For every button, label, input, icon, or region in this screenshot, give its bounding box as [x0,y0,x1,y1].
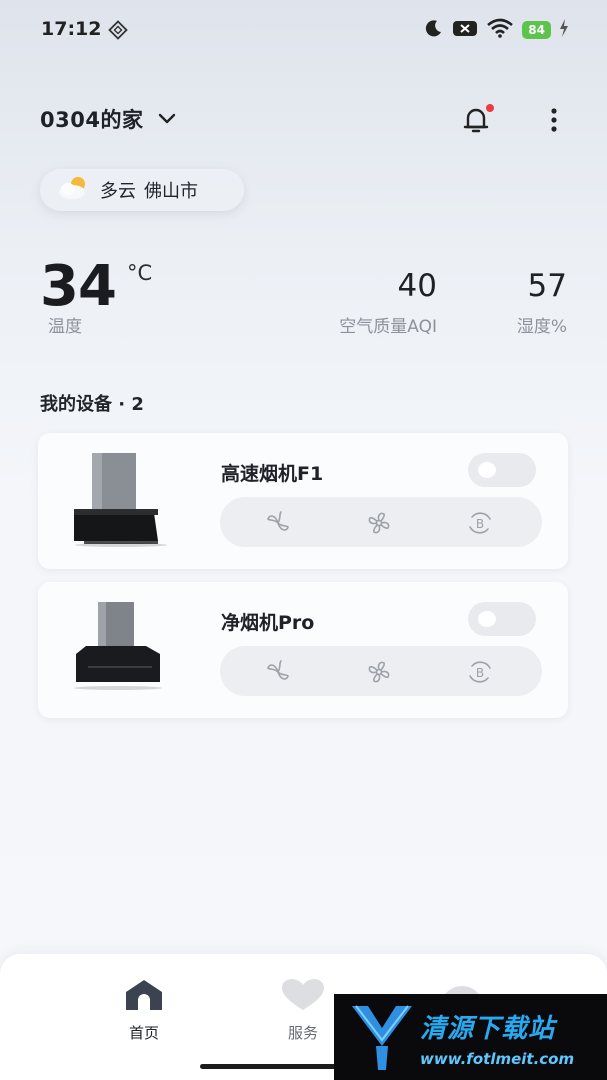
home-icon [122,980,166,1016]
nav-item-home[interactable]: 首页 [104,978,184,1043]
status-bar: 17:12 84 [0,0,607,58]
range-hood-image [66,447,176,551]
boost-mode-icon[interactable]: B [466,509,494,537]
bell-icon [460,108,492,140]
svg-text:B: B [476,666,484,680]
chevron-down-icon [157,110,177,129]
low-speed-fan-icon[interactable] [264,658,292,686]
partly-cloudy-icon [56,174,92,206]
home-selector[interactable]: 0304的家 [40,104,177,134]
low-speed-fan-icon[interactable] [264,509,292,537]
nav-label-service: 服务 [287,1024,318,1042]
aqi-value: 40 [397,268,437,304]
humidity-label: 湿度% [516,317,567,337]
temperature-unit: °C [127,261,153,285]
watermark-url: www.fotlmeit.com [420,1050,575,1068]
device-mode-bar: B [220,497,542,547]
aqi-label: 空气质量AQI [339,317,437,337]
high-speed-fan-icon[interactable] [365,509,393,537]
notification-icon [108,20,128,44]
device-name: 净烟机Pro [221,612,315,634]
home-title: 0304的家 [40,108,144,132]
notification-badge [486,104,494,112]
weather-condition: 多云 [100,181,136,202]
watermark-logo [348,1000,418,1080]
weather-location-pill[interactable]: 多云 佛山市 [40,169,244,211]
weather-city: 佛山市 [144,181,198,202]
status-time: 17:12 [41,18,102,40]
toggle-knob [478,462,496,478]
moon-icon [424,18,444,42]
device-name: 高速烟机F1 [221,463,324,485]
range-hood-image [66,596,176,700]
watermark-text: 清源下载站 [420,1014,556,1044]
wifi-icon [486,18,514,42]
heart-icon [280,979,326,1016]
device-card[interactable]: 净烟机Pro B [38,582,568,718]
temperature-value: 34 [40,254,117,319]
battery-level: 84 [522,21,551,39]
nav-label-home: 首页 [128,1024,159,1042]
toggle-knob [478,611,496,627]
charging-icon [559,19,569,41]
boost-mode-icon[interactable]: B [466,658,494,686]
device-card[interactable]: 高速烟机F1 B [38,433,568,569]
notifications-button[interactable] [460,104,494,140]
sim-off-icon [452,18,478,42]
more-options-button[interactable] [546,107,562,137]
temperature-label: 温度 [48,317,82,337]
my-devices-header: 我的设备 · 2 [40,394,144,415]
device-power-toggle[interactable] [468,602,536,636]
device-mode-bar: B [220,646,542,696]
status-icons: 84 [424,18,569,42]
nav-item-service[interactable]: 服务 [263,978,343,1043]
svg-text:B: B [476,517,484,531]
more-vertical-icon [546,108,562,137]
watermark: 清源下载站 www.fotlmeit.com [334,994,607,1080]
high-speed-fan-icon[interactable] [365,658,393,686]
device-power-toggle[interactable] [468,453,536,487]
humidity-value: 57 [527,268,567,304]
